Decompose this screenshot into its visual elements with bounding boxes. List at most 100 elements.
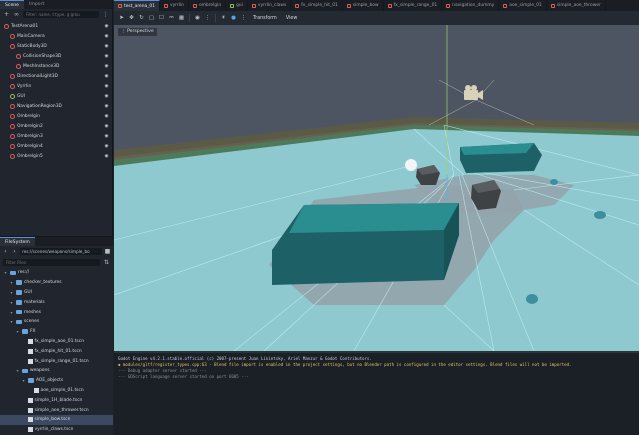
scene-tree-node[interactable]: MainCamera ◉: [0, 31, 112, 41]
expand-arrow-icon[interactable]: ▾: [9, 300, 14, 305]
path-input[interactable]: res://scenes/weapons/simple_bo: [20, 248, 102, 255]
scene-tab-icon: [192, 3, 197, 8]
scene-tree-node[interactable]: MeshInstance3D ◉: [0, 61, 112, 71]
scene-tree-node[interactable]: Ombrelgin5 ◉: [0, 151, 112, 161]
visibility-eye-icon[interactable]: ◉: [104, 64, 109, 69]
sun-preview-icon[interactable]: ☀: [220, 15, 227, 22]
fs-file-row[interactable]: fx_simple_aoe_01.tscn: [0, 337, 113, 347]
visibility-eye-icon[interactable]: ◉: [104, 134, 109, 139]
scene-tree-node[interactable]: Vyrrlin ◉: [0, 81, 112, 91]
scene-tree-node[interactable]: Ombrelgin2 ◉: [0, 121, 112, 131]
local-space-icon[interactable]: ◉: [194, 15, 201, 22]
filter-options-icon[interactable]: ⋮: [102, 11, 109, 18]
rotate-tool-icon[interactable]: ↻: [138, 15, 145, 22]
scene-tree-node[interactable]: CollisionShape3D ◉: [0, 51, 112, 61]
forward-icon[interactable]: ›: [11, 248, 18, 255]
tab-filesystem[interactable]: FileSystem: [0, 237, 35, 246]
fs-folder-row[interactable]: ▾ GUI: [0, 288, 113, 298]
sort-icon[interactable]: ⇅: [103, 259, 110, 266]
visibility-eye-icon[interactable]: ◉: [104, 84, 109, 89]
node-visibility-group: ◉: [104, 104, 109, 109]
environment-preview-icon[interactable]: ●: [230, 15, 237, 22]
layout-toggle-icon[interactable]: ■: [104, 248, 111, 255]
scene-tab[interactable]: simple_bow: [343, 0, 384, 11]
fs-folder-row[interactable]: ▾ meshes: [0, 307, 113, 317]
fs-file-row[interactable]: simple_bow.tscn: [0, 414, 113, 425]
scale-tool-icon[interactable]: ▢: [148, 15, 155, 22]
scene-tab[interactable]: ombrelgin: [189, 0, 227, 11]
expand-arrow-icon[interactable]: ▾: [15, 368, 20, 373]
expand-arrow-icon[interactable]: ▾: [9, 319, 14, 324]
move-tool-icon[interactable]: ✥: [128, 15, 135, 22]
fs-item-label: res://: [18, 270, 30, 276]
expand-arrow-icon[interactable]: ▾: [15, 329, 20, 334]
link-icon[interactable]: ∞: [13, 11, 20, 18]
perspective-menu-button[interactable]: ⋮ Perspective: [118, 28, 157, 36]
scene-filter-input[interactable]: [23, 11, 99, 18]
fs-folder-row[interactable]: ▾ scenes: [0, 317, 113, 327]
visibility-eye-icon[interactable]: ◉: [104, 24, 109, 29]
visibility-eye-icon[interactable]: ◉: [104, 154, 109, 159]
scene-tab[interactable]: test_arena_01: [114, 0, 160, 11]
expand-arrow-icon[interactable]: ▾: [9, 290, 14, 295]
visibility-eye-icon[interactable]: ◉: [104, 124, 109, 129]
tab-scene[interactable]: Scene: [0, 0, 25, 9]
fs-file-row[interactable]: vyrrlin_claws.tscn: [0, 425, 113, 435]
fs-file-row[interactable]: simple_1H_blade.tscn: [0, 395, 113, 405]
scene-tab[interactable]: simple_aoe_thrower: [547, 0, 606, 11]
visibility-eye-icon[interactable]: ◉: [104, 44, 109, 49]
visibility-eye-icon[interactable]: ◉: [104, 94, 109, 99]
expand-arrow-icon[interactable]: ▾: [9, 310, 14, 315]
visibility-eye-icon[interactable]: ◉: [104, 114, 109, 119]
fs-folder-row[interactable]: ▾ FX: [0, 327, 113, 337]
perspective-label: Perspective: [127, 29, 154, 34]
fs-folder-row[interactable]: ▾ AOE_objects: [0, 376, 113, 386]
scene-tree-node[interactable]: GUI ◉: [0, 91, 112, 101]
view-menu[interactable]: View: [283, 16, 300, 21]
scene-tab[interactable]: fx_simple_range_01: [384, 0, 443, 11]
fs-folder-row[interactable]: ▾ checker_textures: [0, 278, 113, 288]
scene-tab-bar: test_arena_01 vyrrlin ombrelgin gui vyrrlin_…: [114, 0, 639, 11]
selectable-icon[interactable]: ☐: [158, 15, 165, 22]
scene-tab[interactable]: fx_simple_hit_01: [291, 0, 343, 11]
scene-tree-node[interactable]: Ombrelgin4 ◉: [0, 141, 112, 151]
fs-file-row[interactable]: aoe_simple_01.tscn: [0, 386, 113, 396]
scene-tab[interactable]: aoe_simple_01: [499, 0, 547, 11]
scene-tree-node[interactable]: TestArena01 ◉: [0, 21, 112, 31]
scene-tab[interactable]: vyrrlin: [160, 0, 189, 11]
scene-tree-node[interactable]: DirectionalLight3D ◉: [0, 71, 112, 81]
visibility-eye-icon[interactable]: ◉: [104, 54, 109, 59]
lock-icon[interactable]: ⎓: [168, 15, 175, 22]
fs-folder-row[interactable]: ▾ res://: [0, 268, 113, 278]
scene-tree-node[interactable]: NavigationRegion3D ◉: [0, 101, 112, 111]
expand-arrow-icon[interactable]: ▾: [3, 270, 8, 275]
scene-tree-node[interactable]: Ombrelgin ◉: [0, 111, 112, 121]
tab-import[interactable]: Import: [24, 0, 49, 9]
snap-icon[interactable]: ⋮: [204, 15, 211, 22]
add-node-icon[interactable]: +: [3, 11, 10, 18]
back-icon[interactable]: ‹: [2, 248, 9, 255]
3d-viewport[interactable]: ⋮ Perspective: [114, 25, 639, 351]
fs-folder-row[interactable]: ▾ weapons: [0, 366, 113, 376]
transform-menu[interactable]: Transform: [250, 16, 280, 21]
visibility-eye-icon[interactable]: ◉: [104, 34, 109, 39]
scene-tree-node[interactable]: Ombrelgin3 ◉: [0, 131, 112, 141]
scene-tab[interactable]: navigation_dummy: [442, 0, 500, 11]
group-icon[interactable]: ▦: [178, 15, 185, 22]
scene-file-icon: [28, 397, 33, 403]
visibility-eye-icon[interactable]: ◉: [104, 144, 109, 149]
scene-tree-node[interactable]: StaticBody3D ◉: [0, 41, 112, 51]
select-tool-icon[interactable]: ➤: [118, 15, 125, 22]
expand-arrow-icon[interactable]: ▾: [21, 378, 26, 383]
visibility-eye-icon[interactable]: ◉: [104, 104, 109, 109]
fs-folder-row[interactable]: ▾ materials: [0, 297, 113, 307]
scene-tab[interactable]: vyrrlin_claws: [248, 0, 292, 11]
visibility-eye-icon[interactable]: ◉: [104, 74, 109, 79]
scene-tab[interactable]: gui: [226, 0, 248, 11]
more-options-icon[interactable]: ⋮: [240, 15, 247, 22]
expand-arrow-icon[interactable]: ▾: [9, 280, 14, 285]
fs-file-row[interactable]: simple_aoe_thrower.tscn: [0, 405, 113, 415]
fs-file-row[interactable]: fx_simple_hit_01.tscn: [0, 346, 113, 356]
fs-file-row[interactable]: fx_simple_range_01.tscn: [0, 356, 113, 366]
fs-filter-input[interactable]: [3, 259, 100, 266]
